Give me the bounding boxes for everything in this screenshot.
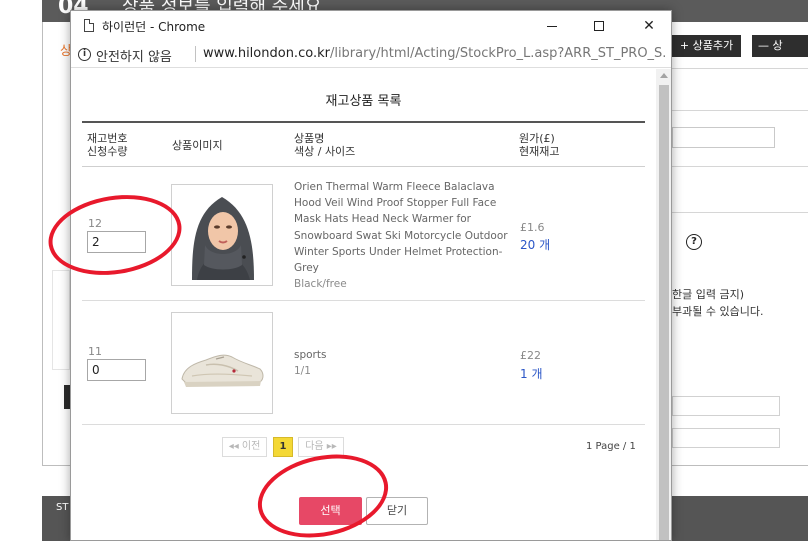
window-title: 하이런던 - Chrome bbox=[102, 20, 206, 34]
header-price: 원가(£) bbox=[519, 132, 555, 145]
page-info: 1 Page / 1 bbox=[586, 441, 636, 452]
header-current-stock: 현재재고 bbox=[519, 145, 560, 158]
product-field-input[interactable] bbox=[672, 127, 775, 148]
add-product-button[interactable]: + 상품추가 bbox=[672, 35, 741, 57]
table-row: 11 0 sports 1/1 £22 1 개 bbox=[82, 302, 645, 425]
current-page[interactable]: 1 bbox=[273, 437, 293, 457]
request-qty-input[interactable]: 0 bbox=[87, 359, 146, 381]
header-price-stock: 원가(£) 현재재고 bbox=[519, 132, 559, 158]
header-stock-no: 재고번호 bbox=[87, 132, 128, 145]
bottom-bar-label: ST bbox=[56, 502, 69, 513]
stock-product-popup-window: 하이런던 - Chrome ✕ i 안전하지 않음 www.hilondon.c… bbox=[70, 10, 672, 541]
header-product-name: 상품명 색상 / 사이즈 bbox=[294, 132, 355, 158]
product-name-text: sports bbox=[294, 349, 327, 361]
current-stock: 1 개 bbox=[520, 367, 543, 381]
balaclava-image bbox=[172, 185, 272, 285]
address-separator bbox=[195, 46, 196, 62]
product-image[interactable] bbox=[171, 184, 273, 286]
pagination: ◂◂ 이전 1 다음 ▸▸ 1 Page / 1 bbox=[82, 426, 645, 462]
close-icon[interactable]: ✕ bbox=[626, 11, 671, 41]
header-stock-qty: 재고번호 신청수량 bbox=[87, 132, 127, 158]
security-label[interactable]: 안전하지 않음 bbox=[96, 46, 172, 65]
product-name[interactable]: sports 1/1 bbox=[294, 347, 514, 379]
url-path: /library/html/Acting/StockPro_L.asp?ARR_… bbox=[329, 46, 665, 61]
prev-page-button[interactable]: ◂◂ 이전 bbox=[222, 437, 267, 457]
window-titlebar[interactable]: 하이런던 - Chrome ✕ bbox=[71, 11, 671, 41]
header-name: 상품명 bbox=[294, 132, 325, 145]
address-bar[interactable]: i 안전하지 않음 www.hilondon.co.kr/library/htm… bbox=[71, 41, 671, 68]
product-option: 1/1 bbox=[294, 365, 311, 378]
stock-number: 12 bbox=[88, 217, 102, 230]
product-image[interactable] bbox=[171, 312, 273, 414]
bottom-section-bar-right bbox=[672, 496, 808, 541]
table-row: 12 2 Orien Thermal Warm Fleece Balaclava… bbox=[82, 168, 645, 301]
divider bbox=[672, 110, 808, 111]
maximize-icon[interactable] bbox=[576, 11, 622, 41]
remove-product-button[interactable]: — 상 bbox=[752, 35, 808, 57]
popup-content: 재고상품 목록 재고번호 신청수량 상품이미지 상품명 색상 / 사이즈 원가(… bbox=[71, 69, 659, 540]
input-note: 한글 입력 금지) bbox=[672, 288, 745, 301]
divider bbox=[672, 212, 808, 213]
url-text[interactable]: www.hilondon.co.kr/library/html/Acting/S… bbox=[203, 46, 665, 61]
minimize-icon[interactable] bbox=[529, 11, 575, 41]
scroll-up-icon[interactable] bbox=[660, 73, 668, 78]
option-field[interactable] bbox=[672, 428, 780, 448]
info-icon[interactable]: i bbox=[78, 48, 91, 61]
scrollbar-thumb[interactable] bbox=[659, 85, 669, 540]
select-button[interactable]: 선택 bbox=[299, 497, 362, 525]
header-product-image: 상품이미지 bbox=[172, 139, 223, 152]
header-request-qty: 신청수량 bbox=[87, 145, 128, 158]
current-stock: 20 개 bbox=[520, 238, 551, 252]
document-icon bbox=[84, 19, 94, 32]
page-border-left bbox=[42, 22, 43, 465]
question-circle-icon[interactable]: ? bbox=[686, 234, 702, 250]
next-page-button[interactable]: 다음 ▸▸ bbox=[298, 437, 344, 457]
side-panel bbox=[52, 270, 70, 370]
table-header: 재고번호 신청수량 상품이미지 상품명 색상 / 사이즈 원가(£) 현재재고 bbox=[82, 121, 645, 167]
product-price: £1.6 bbox=[520, 221, 545, 234]
request-qty-input[interactable]: 2 bbox=[87, 231, 146, 253]
stock-number: 11 bbox=[88, 345, 102, 358]
product-option: Black/free bbox=[294, 278, 347, 291]
page-title: 재고상품 목록 bbox=[325, 94, 402, 109]
option-field[interactable] bbox=[672, 396, 780, 416]
divider bbox=[672, 166, 808, 167]
vertical-scrollbar[interactable] bbox=[656, 69, 671, 540]
header-color-size: 색상 / 사이즈 bbox=[294, 145, 356, 158]
product-name-text: Orien Thermal Warm Fleece Balaclava Hood… bbox=[294, 181, 508, 275]
product-name[interactable]: Orien Thermal Warm Fleece Balaclava Hood… bbox=[294, 179, 514, 292]
tax-note: 부과될 수 있습니다. bbox=[672, 305, 764, 318]
sneaker-image bbox=[172, 313, 272, 413]
close-button[interactable]: 닫기 bbox=[366, 497, 428, 525]
divider bbox=[672, 68, 808, 69]
url-host: www.hilondon.co.kr bbox=[203, 46, 330, 61]
product-price: £22 bbox=[520, 349, 541, 362]
bottom-section-bar: ST bbox=[42, 496, 70, 541]
